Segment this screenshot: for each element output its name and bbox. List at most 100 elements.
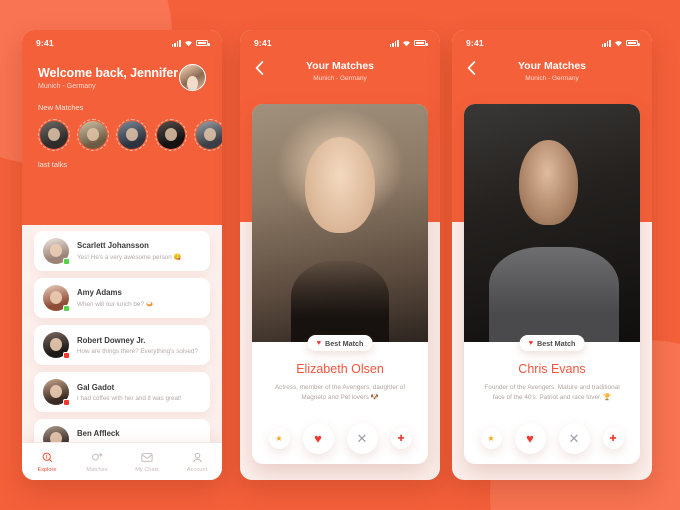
page-title: Your Matches	[305, 60, 375, 72]
home-header: 9:41 Welcome back, Jennifer Munich - Ger…	[22, 30, 222, 225]
wifi-icon	[403, 40, 410, 46]
user-location: Munich - Germany	[38, 82, 96, 90]
boost-bolt-button[interactable]: ✚	[390, 428, 412, 449]
tab-label: My Chats	[135, 466, 159, 473]
bolt-icon: ✚	[397, 433, 405, 443]
match-avatar[interactable]	[38, 119, 70, 151]
like-heart-button[interactable]: ♥	[514, 423, 546, 454]
status-badge	[63, 352, 70, 359]
matches-ring-icon	[72, 451, 122, 465]
back-button[interactable]	[252, 61, 266, 75]
explore-search-icon	[22, 451, 72, 465]
signal-bars-icon	[389, 39, 399, 47]
tab-explore[interactable]: Explore	[22, 451, 72, 473]
new-matches-carousel[interactable]	[22, 119, 222, 151]
heart-icon: ♥	[528, 338, 534, 348]
status-bar: 9:41	[452, 30, 652, 56]
list-item-message: How are things there? Everything's solve…	[77, 347, 198, 355]
tab-label: Explore	[37, 466, 57, 473]
close-icon: ✕	[568, 430, 580, 446]
like-heart-button[interactable]: ♥	[302, 423, 334, 454]
profile-name: Elizabeth Olsen	[296, 362, 384, 376]
match-avatar[interactable]	[77, 119, 109, 151]
profile-photo[interactable]: ♥ Best Match	[252, 104, 428, 351]
phone-mockup-stage: 9:41 Welcome back, Jennifer Munich - Ger…	[0, 0, 680, 510]
tab-matches[interactable]: Matches	[72, 451, 122, 473]
status-bar: 9:41	[240, 30, 440, 56]
profile-info: Elizabeth Olsen Actress, member of the A…	[252, 342, 428, 403]
status-badge	[63, 399, 70, 406]
avatar	[43, 238, 70, 265]
phone-screen-home: 9:41 Welcome back, Jennifer Munich - Ger…	[22, 30, 222, 480]
list-item-title: Amy Adams	[77, 288, 122, 297]
chevron-left-icon	[255, 61, 263, 75]
star-icon: ★	[487, 434, 495, 443]
status-badge	[63, 258, 70, 265]
star-icon: ★	[275, 434, 283, 443]
list-item-title: Scarlett Johansson	[77, 241, 149, 250]
profile-name: Chris Evans	[518, 362, 586, 376]
chats-inbox-icon	[122, 451, 172, 465]
list-item-title: Robert Downey Jr.	[77, 335, 146, 345]
bolt-icon: ✚	[609, 433, 617, 443]
list-item-message: I had coffee with her and it was great!	[77, 394, 182, 402]
page-title: Welcome back, Jennifer	[38, 65, 178, 80]
profile-info: Chris Evans Founder of the Avengers. Mat…	[464, 342, 640, 403]
match-avatar[interactable]	[194, 119, 222, 151]
avatar	[43, 332, 70, 359]
account-person-icon	[172, 451, 222, 465]
superlike-star-button[interactable]: ★	[480, 428, 502, 449]
status-bar-clock: 9:41	[36, 38, 54, 48]
bottom-navigation: Explore Matches My Chats Account	[22, 442, 222, 480]
profile-description: Actress, member of the Avengers, daughte…	[274, 384, 406, 401]
new-matches-label: New Matches	[38, 103, 84, 112]
avatar[interactable]	[179, 64, 206, 91]
chat-list: Scarlett Johansson Yes! He's a very awes…	[22, 225, 222, 459]
match-card: ♥ Best Match Chris Evans Founder of the …	[464, 104, 640, 464]
page-title: Your Matches	[517, 60, 587, 72]
back-button[interactable]	[464, 61, 478, 75]
badge-label: Best Match	[325, 338, 364, 348]
header-location: Munich - Germany	[313, 75, 367, 82]
dislike-close-button[interactable]: ✕	[346, 423, 378, 454]
status-badge	[63, 305, 70, 312]
boost-bolt-button[interactable]: ✚	[602, 428, 624, 449]
list-item-message: Yes! He's a very awesome person 😋	[77, 254, 182, 261]
heart-icon: ♥	[526, 431, 534, 446]
dislike-close-button[interactable]: ✕	[558, 423, 590, 454]
signal-bars-icon	[171, 39, 181, 47]
list-item[interactable]: Amy Adams When will our lunch be? 🍛	[34, 278, 210, 318]
profile-photo[interactable]: ♥ Best Match	[464, 104, 640, 351]
status-badge: ♥ Best Match	[307, 335, 373, 351]
wifi-icon	[185, 40, 192, 46]
superlike-star-button[interactable]: ★	[268, 428, 290, 449]
battery-icon	[626, 40, 640, 46]
badge-label: Best Match	[537, 338, 576, 348]
action-bar: ★ ♥ ✕ ✚	[464, 423, 640, 454]
tab-my-chats[interactable]: My Chats	[122, 451, 172, 473]
close-icon: ✕	[356, 430, 368, 446]
battery-icon	[414, 40, 428, 46]
match-avatar[interactable]	[155, 119, 187, 151]
match-avatar[interactable]	[116, 119, 148, 151]
battery-icon	[196, 40, 210, 46]
status-bar-clock: 9:41	[466, 38, 484, 48]
phone-screen-match-olsen: 9:41 Your Matches Munich - Germany ♥ Bes…	[240, 30, 440, 480]
match-card: ♥ Best Match Elizabeth Olsen Actress, me…	[252, 104, 428, 464]
action-bar: ★ ♥ ✕ ✚	[252, 423, 428, 454]
header-location: Munich - Germany	[525, 75, 579, 82]
chevron-left-icon	[467, 61, 475, 75]
last-talks-label: last talks	[38, 160, 68, 169]
welcome-row: Welcome back, Jennifer Munich - Germany	[22, 56, 222, 91]
list-item[interactable]: Gal Gadot I had coffee with her and it w…	[34, 372, 210, 412]
tab-account[interactable]: Account	[172, 451, 222, 473]
list-item[interactable]: Robert Downey Jr. How are things there? …	[34, 325, 210, 365]
status-bar: 9:41	[22, 30, 222, 56]
tab-label: Account	[186, 466, 208, 473]
list-item[interactable]: Scarlett Johansson Yes! He's a very awes…	[34, 231, 210, 271]
status-badge: ♥ Best Match	[519, 335, 585, 351]
list-item-title: Ben Affleck	[77, 429, 120, 438]
wifi-icon	[615, 40, 622, 46]
heart-icon: ♥	[314, 431, 322, 446]
avatar	[43, 285, 70, 312]
